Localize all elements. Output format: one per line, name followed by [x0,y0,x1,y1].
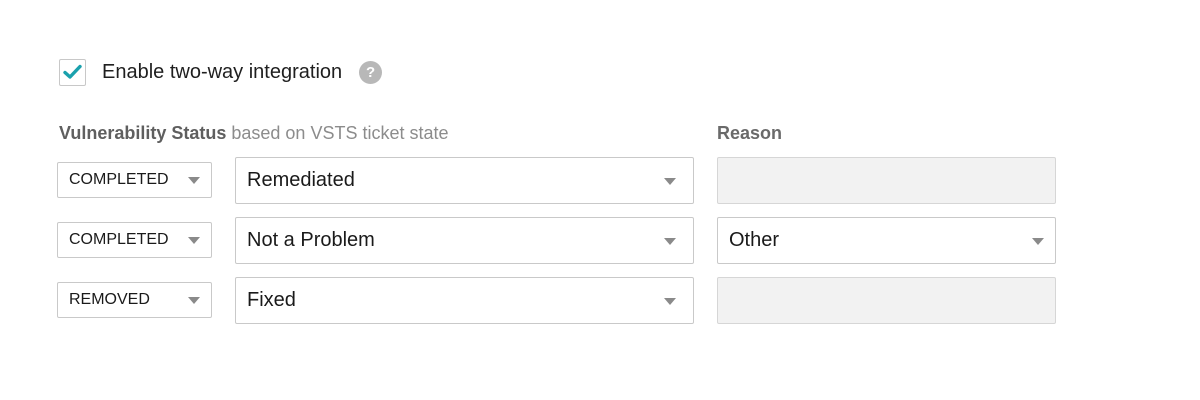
vulnerability-status-header: Vulnerability Status based on VSTS ticke… [59,121,449,145]
two-way-integration-row: Enable two-way integration ? [59,57,383,87]
ticket-state-value-3: REMOVED [69,291,150,308]
chevron-down-icon [664,238,676,245]
chevron-down-icon [188,297,200,304]
vulnerability-status-select-2[interactable]: Not a Problem [235,217,694,264]
ticket-state-select-3[interactable]: REMOVED [57,282,212,318]
reason-value-2: Other [729,229,780,251]
vulnerability-status-value-2: Not a Problem [247,229,375,251]
two-way-integration-checkbox[interactable] [59,58,86,86]
vulnerability-status-header-strong: Vulnerability Status [59,123,227,143]
vulnerability-status-select-3[interactable]: Fixed [235,277,694,324]
vulnerability-status-value-1: Remediated [247,169,355,191]
vulnerability-status-header-light: based on VSTS ticket state [226,123,449,143]
reason-header: Reason [717,123,783,143]
integration-settings-panel: Enable two-way integration ? Vulnerabili… [0,0,1200,400]
ticket-state-select-1[interactable]: COMPLETED [57,162,212,198]
reason-select-2[interactable]: Other [717,217,1056,264]
vulnerability-status-select-1[interactable]: Remediated [235,157,694,204]
chevron-down-icon [188,237,200,244]
vulnerability-status-value-3: Fixed [247,289,296,311]
chevron-down-icon [1032,238,1044,245]
checkmark-icon [63,64,82,79]
ticket-state-value-1: COMPLETED [69,171,169,188]
help-icon[interactable]: ? [359,60,383,84]
two-way-integration-label: Enable two-way integration [102,60,343,83]
chevron-down-icon [664,298,676,305]
chevron-down-icon [188,177,200,184]
chevron-down-icon [664,178,676,185]
ticket-state-select-2[interactable]: COMPLETED [57,222,212,258]
ticket-state-value-2: COMPLETED [69,231,169,248]
reason-select-1-disabled [717,157,1056,204]
reason-select-3-disabled [717,277,1056,324]
